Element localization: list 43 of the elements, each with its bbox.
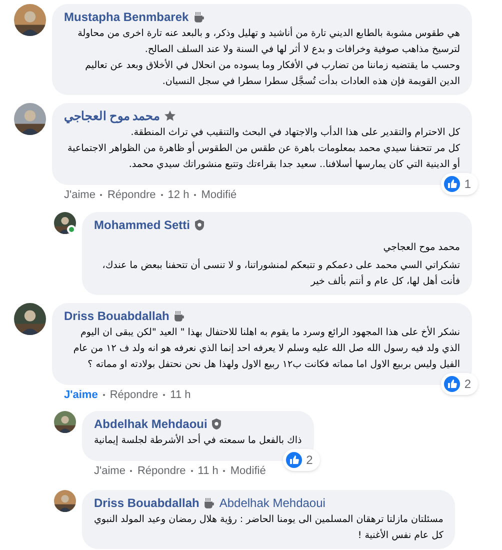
comment-text: هي طقوس مشوبة بالطابع الديني تارة من أناشيد و تهليل وذكر، و بالبعد عنه تارة اخرى من محاولة لترسيخ مذاهب صوفية وخرافات و بدع لا أثر لها في السنة ولا عند السلف الصالح. xyxy=(76,26,460,57)
coffee-cup-icon xyxy=(203,496,216,508)
comment-text: نشكر الأخ على هذا المجهود الرائع وسرد ما يقوم به اهلنا للاحتفال بهذا " العيد "لكن يبقى ان اليوم الذي ولد فيه رسول الله صل الله عليه وسلم لا يعرفه احد إنما الذي نعرفه هو انه ولد ف ١٢ من عام الفيل وليس بربيع الاول اما مماته فكانت ب١٢ ربيع الاول ولهذا هل نحن نحتفل بولادته او مماته ؟ xyxy=(72,325,460,372)
thumbs-up-icon xyxy=(444,176,460,192)
shield-icon xyxy=(211,418,222,430)
comment-text: مسئلتان مازلتا ترهقان المسلمين الى يومنا الحاضر : رؤية هلال رمضان وعيد المولد النبوي xyxy=(94,512,444,526)
like-link[interactable]: J'aime xyxy=(64,187,96,204)
reaction-badge[interactable]: 1 xyxy=(441,173,478,195)
timestamp[interactable]: 11 h xyxy=(170,386,191,403)
comment-text: كل عام نفس الأغنية ! xyxy=(356,528,444,542)
comment-text: وحسب ما يقتضيه زماننا من تضارب في الأفكار وما يسوده من انحلال في الأخلاق وبعد عن تعاليم الدين القويمة فإن هذه العادات بدأت تُسجَّل سطرا سطرا في سجل النسيان. xyxy=(84,58,460,89)
reaction-count: 2 xyxy=(464,376,472,392)
author-name[interactable]: محمد موح العجاجي xyxy=(64,107,160,125)
reply-link[interactable]: Répondre xyxy=(110,386,158,403)
shield-icon xyxy=(194,218,206,230)
comment-text: كل مر تتحفنا سيدي محمد بمعلومات باهرة عن طقس من الطقوس أو ظاهرة من الظواهر الاجتماعية أو الدينية التي كان يمارسها أسلافنا.. سعيد جدا بقراءتك وتتبع منشوراتك سيدي محمد. xyxy=(66,141,460,172)
author-name[interactable]: Driss Bouabdallah xyxy=(94,494,200,512)
author-name[interactable]: Abdelhak Mehdaoui xyxy=(94,415,208,433)
tagged-user[interactable]: Abdelhak Mehdaoui xyxy=(219,494,326,512)
reaction-count: 1 xyxy=(464,176,472,193)
tagged-user[interactable]: محمد موح العجاجي xyxy=(383,242,460,252)
like-link[interactable]: J'aime xyxy=(64,386,98,403)
star-icon xyxy=(164,110,176,122)
reply-link[interactable]: Répondre xyxy=(107,187,156,204)
reply-link[interactable]: Répondre xyxy=(137,463,186,480)
author-name[interactable]: Mustapha Benmbarek xyxy=(64,8,189,26)
author-name[interactable]: Mohammed Setti xyxy=(94,216,190,234)
reaction-badge[interactable]: 2 xyxy=(283,449,320,471)
comment-text: ذاك بالفعل ما سمعته في أحد الأشرطة لجلسة إيمانية xyxy=(94,433,302,448)
coffee-cup-icon xyxy=(173,310,186,322)
reaction-badge[interactable]: 2 xyxy=(441,372,478,394)
author-name[interactable]: Driss Bouabdallah xyxy=(64,306,170,324)
comment-text: تشكراتي السي محمد على دعمكم و تتبعكم لمنشوراتنا، و لا تنسى أن تتحفنا ببعض ما عندك، فأنت أهل لها، كل عام و أنتم بألف خير xyxy=(101,258,460,288)
like-link[interactable]: J'aime xyxy=(94,463,126,480)
timestamp[interactable]: 12 h xyxy=(168,187,190,204)
thumbs-up-icon xyxy=(444,376,460,392)
thumbs-up-icon xyxy=(286,452,302,468)
comment-text: كل الاحترام والتقدير على هذا الدأب والاجتهاد في البحث والتنقيب في تراث المنطقة. xyxy=(130,125,460,140)
edited-label: Modifié xyxy=(230,464,266,479)
coffee-cup-icon xyxy=(192,11,205,23)
reaction-count: 2 xyxy=(306,452,314,469)
edited-label: Modifié xyxy=(201,188,237,203)
timestamp[interactable]: 11 h xyxy=(198,463,218,480)
